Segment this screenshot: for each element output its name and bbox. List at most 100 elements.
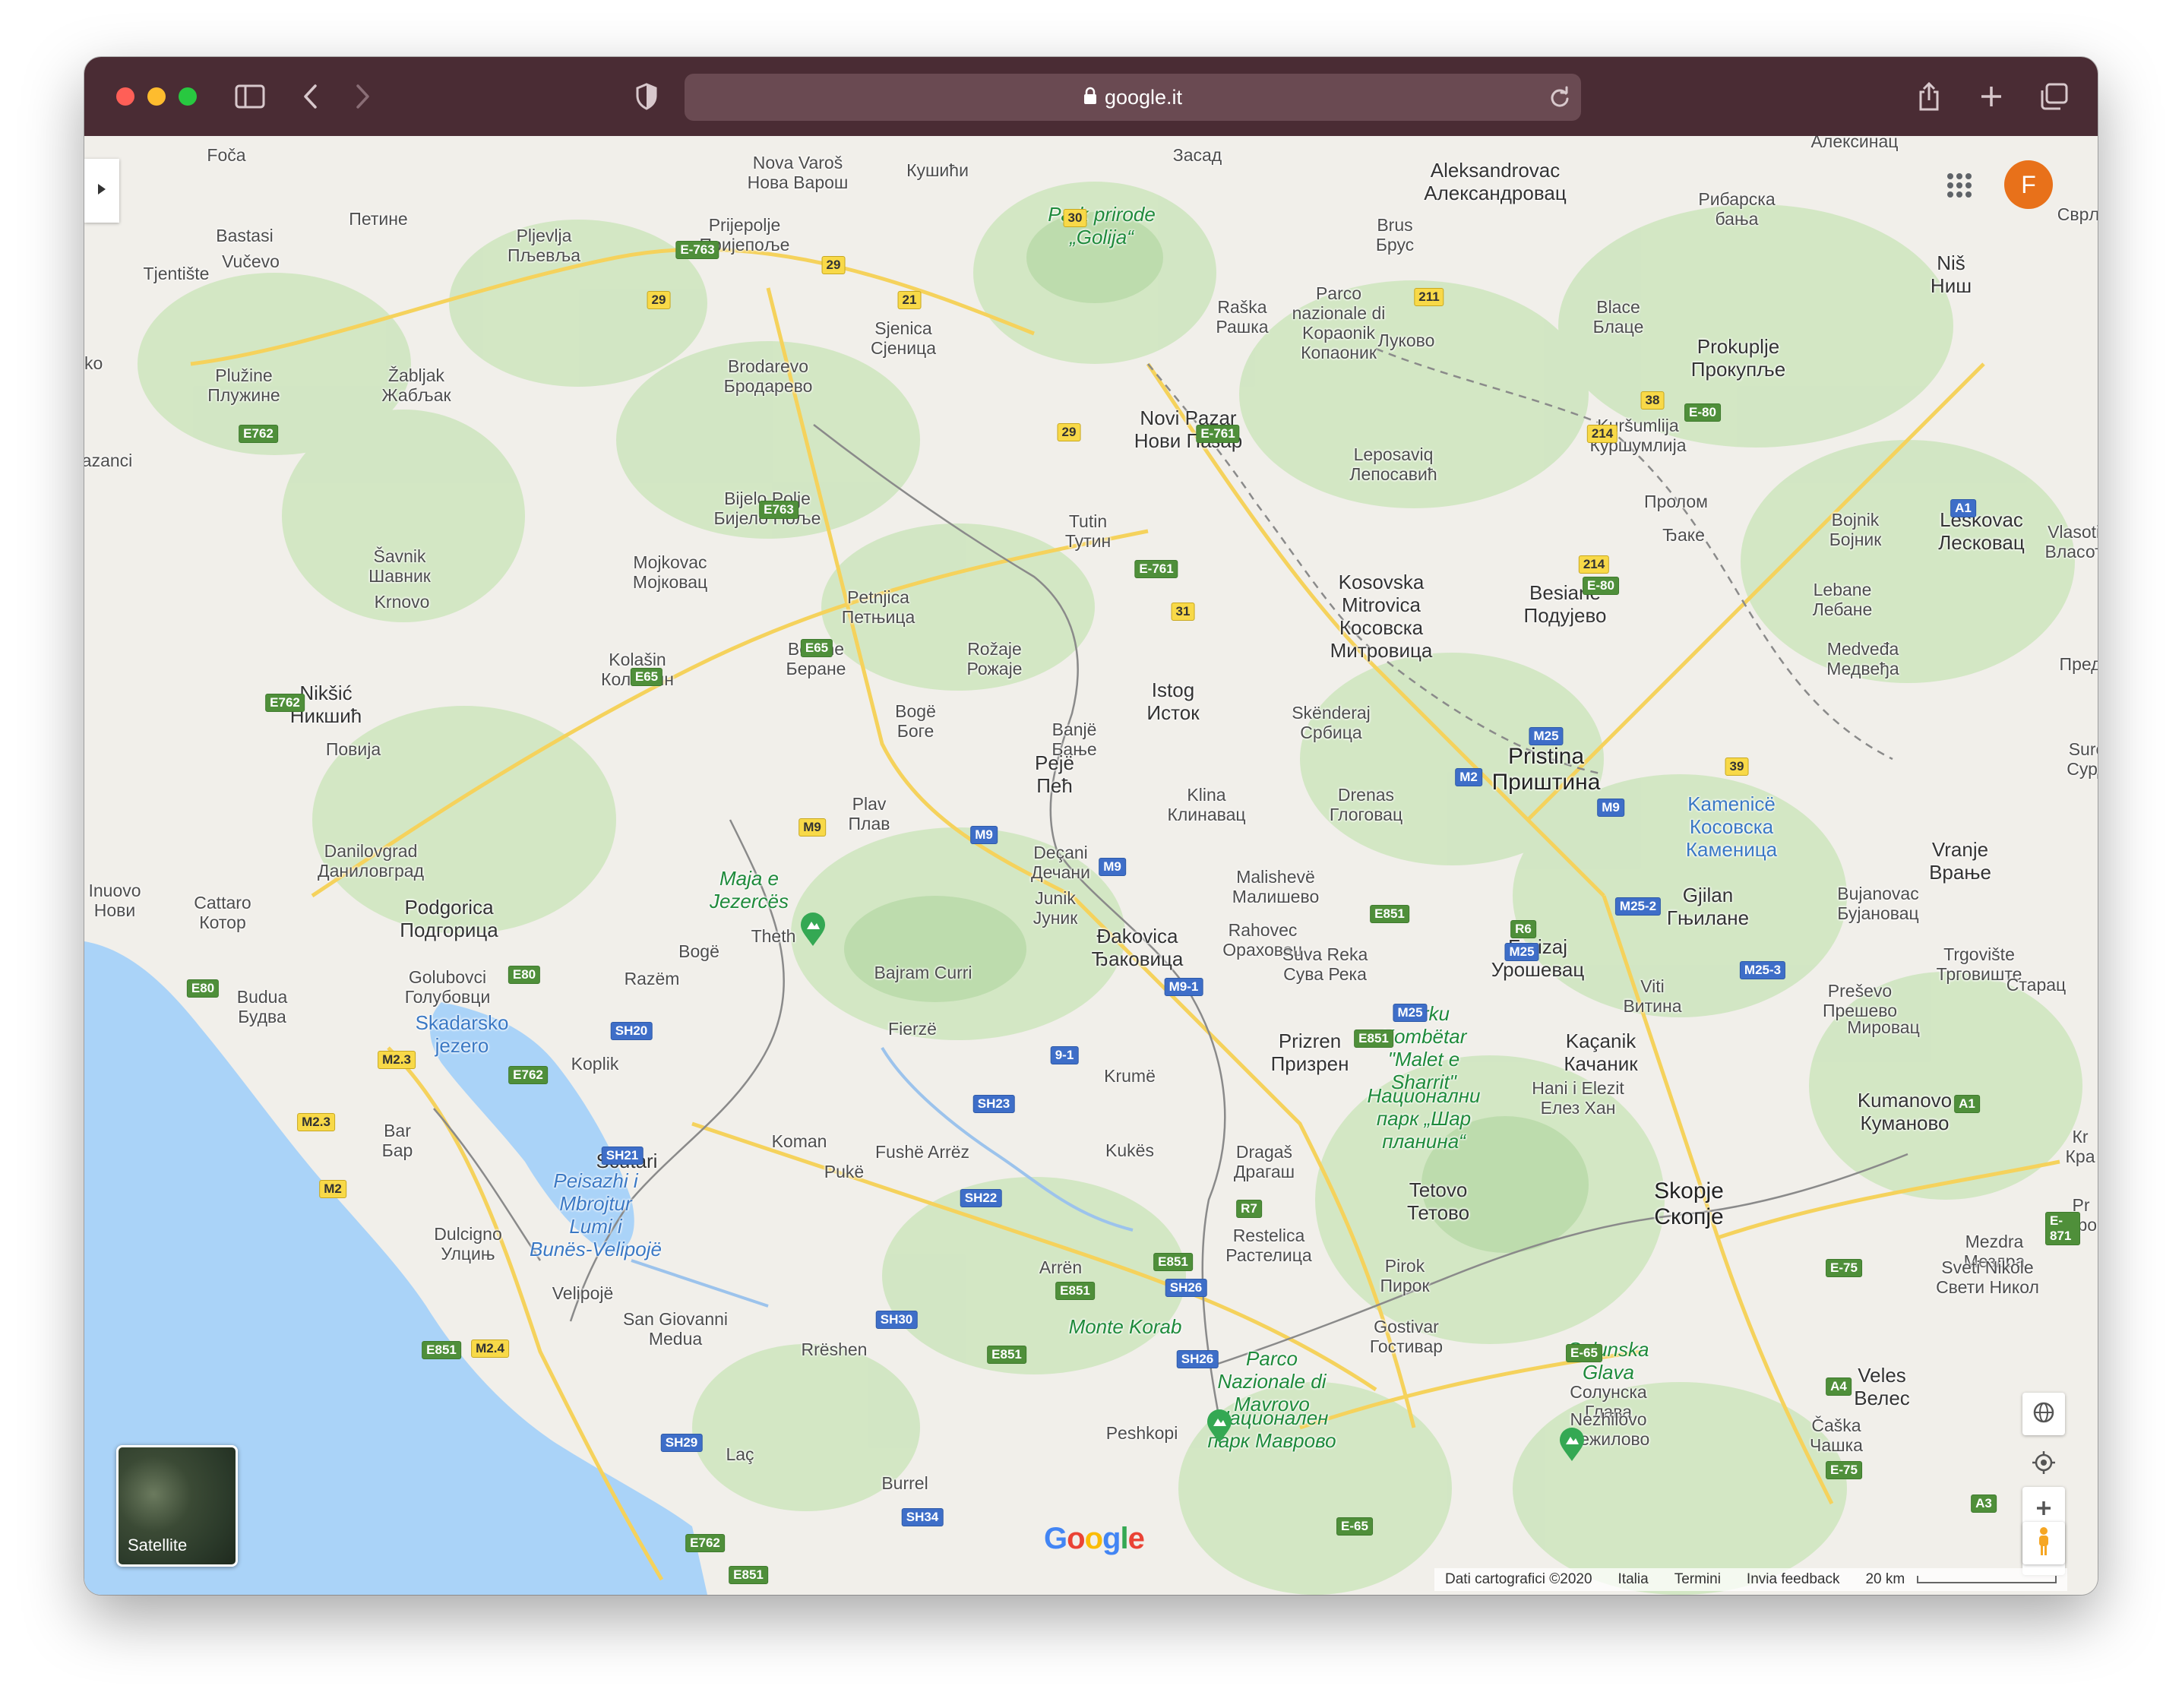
minimize-window-button[interactable]	[147, 87, 166, 106]
globe-view-button[interactable]	[2022, 1393, 2065, 1435]
back-arrow-icon[interactable]	[288, 74, 334, 119]
place-label-restelica[interactable]: Restelica Растелица	[1225, 1226, 1311, 1265]
place-label-gjilan[interactable]: Gjilan Гњилане	[1667, 884, 1749, 929]
place-label-mitrovica[interactable]: Kosovska Mitrovica Косовска Митровица	[1330, 571, 1433, 662]
place-label-petnjica[interactable]: Petnjica Петњица	[842, 587, 915, 627]
account-avatar[interactable]: F	[2004, 160, 2053, 209]
place-label-puke[interactable]: Pukë	[824, 1162, 864, 1181]
place-label-petine[interactable]: Петине	[349, 209, 407, 229]
place-label-starac[interactable]: Старац	[2006, 975, 2066, 995]
zoom-window-button[interactable]	[179, 87, 197, 106]
place-label-razem[interactable]: Razëm	[625, 969, 680, 988]
side-panel-toggle[interactable]	[84, 159, 119, 223]
place-label-presevo[interactable]: Preševo Прешево	[1823, 981, 1897, 1020]
place-label-kusici[interactable]: Кушићи	[906, 160, 969, 180]
place-label-batsi[interactable]: Bastasi	[216, 226, 273, 245]
place-label-peshkopi[interactable]: Peshkopi	[1106, 1423, 1178, 1443]
place-label-prizren[interactable]: Prizren Призрен	[1271, 1030, 1349, 1075]
place-label-kopaonik[interactable]: Parco nazionale di Kopaonik Копаоник	[1292, 283, 1386, 362]
place-label-mirovac[interactable]: Мировац	[1847, 1017, 1920, 1037]
place-label-sangiovanni[interactable]: San Giovanni Medua	[623, 1309, 728, 1349]
park-marker-icon[interactable]	[799, 913, 827, 951]
place-label-medveda[interactable]: Medveđa Медвеђа	[1826, 639, 1899, 678]
place-label-kamenice[interactable]: Kamenicë Косовска Каменица	[1686, 792, 1777, 861]
share-icon[interactable]	[1906, 74, 1952, 119]
place-label-burrel[interactable]: Burrel	[881, 1473, 928, 1493]
place-label-maja[interactable]: Maja e Jezercës	[710, 867, 789, 913]
place-label-brus[interactable]: Brus Брус	[1376, 215, 1414, 255]
place-label-foca[interactable]: Foča	[207, 145, 245, 165]
place-label-viti[interactable]: Viti Витина	[1623, 976, 1681, 1016]
place-label-leposaviq[interactable]: Leposaviq Лепосавић	[1349, 444, 1437, 484]
place-label-tetovo[interactable]: Tetovo Тетово	[1407, 1178, 1469, 1224]
place-label-kukes[interactable]: Kukës	[1105, 1140, 1154, 1160]
place-label-gore[interactable]: Bogë Боге	[895, 701, 936, 741]
place-label-lebane[interactable]: Lebane Лебане	[1813, 580, 1873, 619]
place-label-zabljak[interactable]: Žabljak Жабљак	[381, 365, 451, 405]
street-view-pegman[interactable]	[2022, 1522, 2065, 1564]
place-label-bojnik[interactable]: Bojnik Бојник	[1829, 510, 1882, 549]
place-label-koplik[interactable]: Koplik	[571, 1054, 619, 1074]
place-label-nis[interactable]: Niš Ниш	[1931, 251, 1972, 297]
place-label-bujanovac[interactable]: Bujanovac Бујановац	[1837, 884, 1918, 923]
place-label-inuovo[interactable]: Inuovo Нови	[88, 881, 141, 920]
park-marker-icon[interactable]	[1558, 1428, 1586, 1466]
place-label-peisazhi[interactable]: Peisazhi i Mbrojtur Lumi i Bunës-Velipoj…	[530, 1169, 662, 1260]
scale-label[interactable]: 20 km	[1865, 1571, 1905, 1588]
place-label-svrlj[interactable]: Сврљ	[2057, 204, 2098, 224]
place-label-predej[interactable]: Предеј	[2060, 654, 2098, 674]
place-label-nacionalni[interactable]: Национални парк „Шар планина“	[1368, 1084, 1481, 1153]
place-label-pristina[interactable]: Pristina Приштина	[1492, 744, 1601, 795]
place-label-suvareka[interactable]: Suva Reka Сува Река	[1282, 944, 1368, 984]
place-label-pluzine[interactable]: Plužine Плужине	[207, 365, 280, 405]
place-label-brodarevo[interactable]: Brodarevo Бродарево	[724, 356, 813, 396]
place-label-vranje[interactable]: Vranje Врање	[1929, 838, 1991, 884]
place-label-aleksinac[interactable]: Алексинац	[1811, 136, 1899, 151]
place-label-bajramcurri[interactable]: Bajram Curri	[874, 963, 972, 982]
place-label-djakovica[interactable]: Đakovica Ђаковица	[1092, 925, 1184, 970]
place-label-kumanovo[interactable]: Kumanovo Куманово	[1858, 1089, 1952, 1134]
place-label-aleksandrovac[interactable]: Aleksandrovac Александровац	[1424, 159, 1566, 204]
reload-icon[interactable]	[1549, 86, 1570, 112]
place-label-montekorab[interactable]: Monte Korab	[1069, 1315, 1182, 1338]
place-label-klina[interactable]: Klina Клинавац	[1167, 785, 1245, 824]
place-label-decani[interactable]: Deçani Дечани	[1031, 843, 1090, 882]
place-label-bar[interactable]: Bar Бар	[382, 1121, 413, 1160]
place-label-sjenica[interactable]: Sjenica Сјеница	[871, 318, 936, 358]
place-label-golubovci[interactable]: Golubovci Голубовци	[405, 967, 491, 1007]
place-label-mavrovo[interactable]: Parco Nazionale di Mavrovo	[1217, 1347, 1326, 1415]
place-label-ribarska[interactable]: Рибарска бања	[1698, 189, 1775, 229]
place-label-dragas[interactable]: Dragaš Драгаш	[1234, 1142, 1295, 1181]
place-label-lukovo[interactable]: Луково	[1378, 331, 1435, 350]
place-label-plav[interactable]: Plav Плав	[849, 794, 890, 833]
place-label-fierze[interactable]: Fierzë	[888, 1019, 937, 1039]
place-label-istog[interactable]: Istog Исток	[1146, 678, 1199, 724]
place-label-vlasotin[interactable]: Vlasotin Власоти	[2045, 522, 2098, 561]
place-label-drenas[interactable]: Drenas Глоговац	[1330, 785, 1402, 824]
region-link[interactable]: Italia	[1618, 1571, 1649, 1588]
feedback-link[interactable]: Invia feedback	[1747, 1571, 1840, 1588]
place-label-fushearrez[interactable]: Fushë Arrëz	[875, 1142, 969, 1162]
my-location-button[interactable]	[2022, 1443, 2065, 1485]
place-label-kacanik[interactable]: Kaçanik Качаник	[1564, 1030, 1637, 1075]
place-label-kr[interactable]: Кr Кра	[2066, 1127, 2095, 1166]
place-label-skenderaj[interactable]: Skënderaj Србица	[1292, 703, 1371, 742]
privacy-shield-icon[interactable]	[624, 74, 669, 119]
place-label-gostivar[interactable]: Gostivar Гостивар	[1370, 1317, 1443, 1356]
place-label-novavaros[interactable]: Nova Varoš Нова Варош	[748, 153, 849, 192]
place-label-danilovgrad[interactable]: Danilovgrad Даниловград	[318, 841, 424, 881]
satellite-layer-toggle[interactable]: Satellite	[116, 1445, 238, 1567]
tab-overview-icon[interactable]	[2031, 74, 2076, 119]
place-label-rreshen[interactable]: Rrëshen	[802, 1340, 868, 1359]
map-canvas[interactable]: Foča Nova Varoš Нова Варош Кушићи Засад Alek…	[84, 136, 2098, 1595]
place-label-rozaje[interactable]: Rožaje Рожаје	[967, 639, 1023, 678]
place-label-bogez[interactable]: Bogë	[678, 941, 719, 961]
place-label-cattaro[interactable]: Cattaro Котор	[194, 893, 251, 932]
place-label-theth[interactable]: Theth	[751, 926, 796, 946]
place-label-prokuplje[interactable]: Prokuplje Прокупље	[1691, 335, 1785, 381]
place-label-krume[interactable]: Krumë	[1104, 1066, 1156, 1086]
place-label-blace[interactable]: Blace Блаце	[1593, 297, 1644, 337]
place-label-podgorica[interactable]: Podgorica Подгорица	[400, 896, 498, 941]
place-label-malisheve[interactable]: Malishevë Малишево	[1232, 867, 1319, 906]
place-label-veles[interactable]: Veles Велес	[1854, 1364, 1910, 1409]
